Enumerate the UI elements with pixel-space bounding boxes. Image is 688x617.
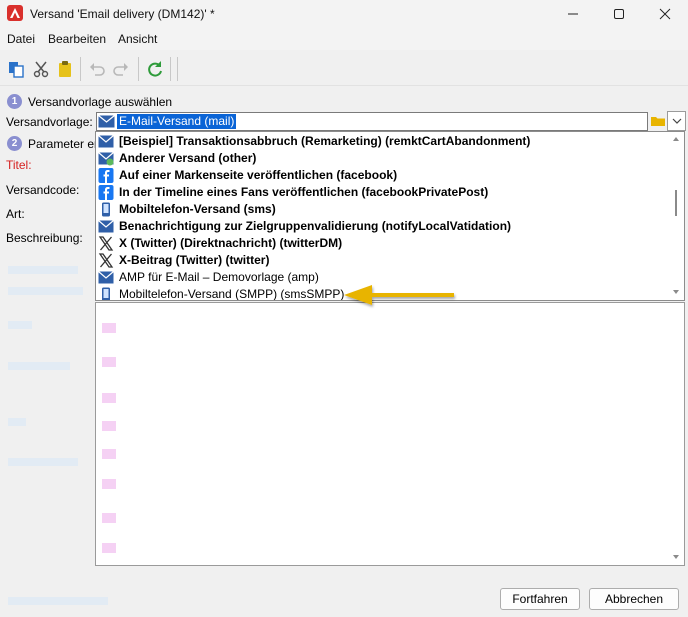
window-title: Versand 'Email delivery (DM142)' * (30, 7, 215, 21)
clipboard-icon (59, 61, 71, 77)
dropdown-item-label: Benachrichtigung zur Zielgruppenvalidier… (119, 219, 512, 233)
menu-bar: Datei Bearbeiten Ansicht (0, 28, 688, 50)
step-2-label: Parameter er (28, 137, 99, 151)
paste-button[interactable] (54, 58, 76, 80)
envelope-icon (98, 135, 114, 148)
dropdown-item-label: Mobiltelefon-Versand (sms) (119, 202, 276, 216)
dropdown-scrollbar[interactable] (668, 132, 684, 300)
dropdown-item[interactable]: Auf einer Markenseite veröffentlichen (f… (96, 167, 668, 184)
template-combobox[interactable]: E-Mail-Versand (mail) (96, 112, 648, 131)
faded-artifact (8, 287, 83, 295)
facebook-icon (98, 185, 114, 200)
copy-button[interactable] (5, 58, 27, 80)
dropdown-item[interactable]: [Beispiel] Transaktionsabbruch (Remarket… (96, 133, 668, 150)
toolbar-separator (138, 57, 139, 81)
refresh-icon (148, 61, 162, 77)
redo-button[interactable] (110, 58, 132, 80)
faded-artifact (102, 513, 116, 523)
menu-edit[interactable]: Bearbeiten (48, 32, 106, 46)
chevron-down-icon (672, 118, 681, 124)
refresh-button[interactable] (144, 58, 166, 80)
content-panel (95, 302, 685, 566)
undo-icon (90, 63, 105, 76)
toolbar-separator (80, 57, 81, 81)
redo-icon (113, 63, 128, 76)
faded-artifact (8, 597, 108, 605)
dropdown-item[interactable]: Anderer Versand (other) (96, 150, 668, 167)
menu-view[interactable]: Ansicht (118, 32, 157, 46)
dropdown-item-label: [Beispiel] Transaktionsabbruch (Remarket… (119, 134, 531, 148)
title-bar: Versand 'Email delivery (DM142)' * (0, 0, 688, 28)
faded-artifact (8, 266, 78, 274)
toolbar-separator (177, 57, 178, 81)
menu-file[interactable]: Datei (7, 32, 35, 46)
envelope-icon (98, 115, 115, 128)
faded-artifact (102, 323, 116, 333)
template-label: Versandvorlage: (6, 115, 93, 129)
dropdown-item[interactable]: In der Timeline eines Fans veröffentlich… (96, 184, 668, 201)
selected-template: E-Mail-Versand (mail) (117, 114, 237, 129)
undo-button[interactable] (86, 58, 108, 80)
dropdown-item-label: Mobiltelefon-Versand (SMPP) (smsSMPP) (119, 287, 345, 301)
folder-icon (651, 117, 665, 126)
dropdown-item-label: In der Timeline eines Fans veröffentlich… (119, 185, 489, 199)
adobe-campaign-app-icon (7, 5, 23, 21)
toolbar (0, 52, 688, 86)
envelope-plus-icon (98, 152, 114, 166)
title-label: Titel: (6, 158, 32, 172)
continue-button[interactable]: Fortfahren (500, 588, 580, 610)
dropdown-item[interactable]: X (Twitter) (Direktnachricht) (twitterDM… (96, 235, 668, 252)
close-button[interactable] (642, 0, 688, 28)
mobile-phone-icon (102, 202, 110, 217)
dropdown-item-label: X (Twitter) (Direktnachricht) (twitterDM… (119, 236, 343, 250)
dropdown-item[interactable]: Mobiltelefon-Versand (sms) (96, 201, 668, 218)
dropdown-item-label: Anderer Versand (other) (119, 151, 257, 165)
faded-artifact (102, 393, 116, 403)
faded-artifact (102, 357, 116, 367)
envelope-icon (98, 271, 114, 284)
step-1-label: Versandvorlage auswählen (28, 95, 173, 109)
step-number-1: 1 (7, 94, 22, 109)
dropdown-item-label: AMP für E-Mail – Demovorlage (amp) (119, 270, 319, 284)
mobile-phone-icon (102, 287, 110, 300)
dropdown-item[interactable]: Benachrichtigung zur Zielgruppenvalidier… (96, 218, 668, 235)
scissors-icon (33, 61, 49, 78)
faded-artifact (8, 362, 70, 370)
template-dropdown-list: [Beispiel] Transaktionsabbruch (Remarket… (95, 131, 685, 301)
x-twitter-icon (98, 253, 114, 268)
copy-icon (9, 62, 24, 78)
dropdown-item-label: X-Beitrag (Twitter) (twitter) (119, 253, 270, 267)
cancel-button[interactable]: Abbrechen (589, 588, 679, 610)
faded-artifact (102, 449, 116, 459)
dropdown-item[interactable]: X-Beitrag (Twitter) (twitter) (96, 252, 668, 269)
annotation-arrow (344, 285, 454, 305)
facebook-icon (98, 168, 114, 183)
faded-artifact (8, 418, 26, 426)
description-label: Beschreibung: (6, 231, 83, 245)
cut-button[interactable] (30, 58, 52, 80)
faded-artifact (102, 479, 116, 489)
dropdown-item-label: Auf einer Markenseite veröffentlichen (f… (119, 168, 398, 182)
content-scrollbar[interactable] (668, 303, 684, 565)
dropdown-toggle-button[interactable] (667, 111, 686, 131)
step-number-2: 2 (7, 136, 22, 151)
type-label: Art: (6, 207, 25, 221)
maximize-button[interactable] (596, 0, 642, 28)
folder-button[interactable] (650, 113, 666, 129)
toolbar-separator (170, 57, 171, 81)
code-label: Versandcode: (6, 183, 80, 197)
minimize-button[interactable] (550, 0, 596, 28)
faded-artifact (8, 458, 78, 466)
faded-artifact (8, 321, 32, 329)
faded-artifact (102, 543, 116, 553)
envelope-icon (98, 220, 114, 233)
scrollbar-thumb[interactable] (675, 190, 677, 216)
faded-artifact (102, 421, 116, 431)
x-twitter-icon (98, 236, 114, 251)
